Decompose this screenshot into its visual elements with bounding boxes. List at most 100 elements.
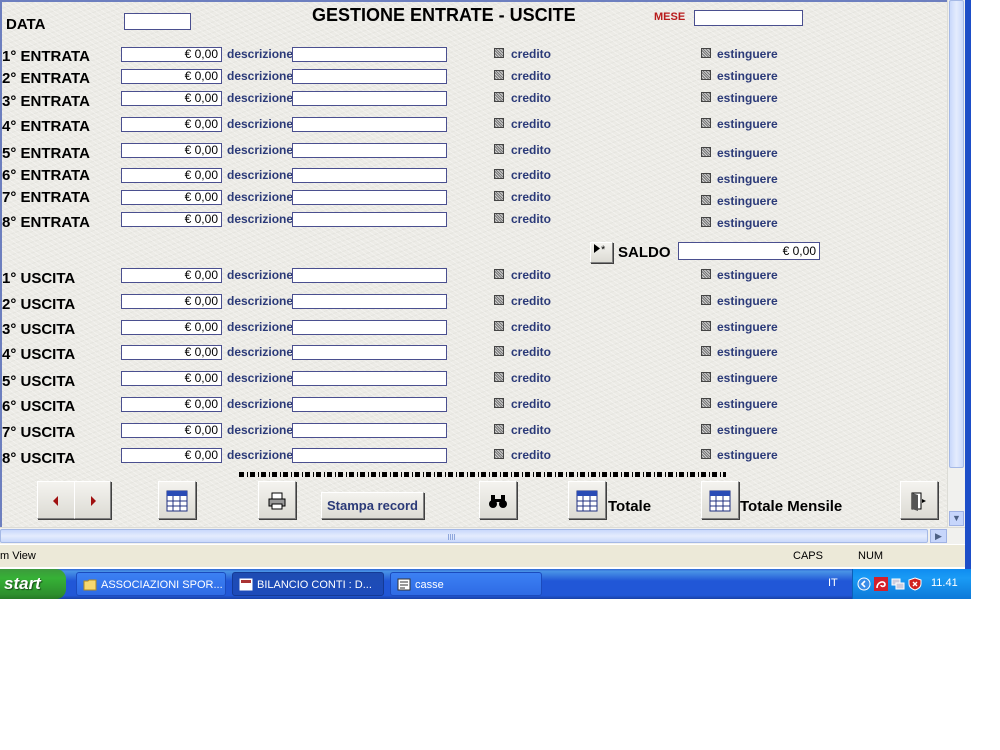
uscita-estinguere-checkbox-5[interactable] xyxy=(701,372,711,382)
entrata-amount-field-6[interactable]: € 0,00 xyxy=(121,168,222,183)
clock[interactable]: 11.41 xyxy=(931,577,958,589)
entrata-amount-field-2[interactable]: € 0,00 xyxy=(121,69,222,84)
entrata-estinguere-checkbox-2[interactable] xyxy=(701,70,711,80)
taskbar-item-bilancio[interactable]: BILANCIO CONTI : D... xyxy=(232,572,384,596)
horizontal-scroll-thumb[interactable] xyxy=(0,529,928,543)
entrata-descrizione-field-5[interactable] xyxy=(292,143,447,158)
entrata-credito-checkbox-6[interactable] xyxy=(494,169,504,179)
network-icon[interactable] xyxy=(891,577,905,591)
svg-text:*: * xyxy=(601,244,606,254)
entrata-estinguere-checkbox-6[interactable] xyxy=(701,173,711,183)
uscita-credito-checkbox-8[interactable] xyxy=(494,449,504,459)
entrata-descrizione-label-7: descrizione xyxy=(227,190,294,204)
start-button[interactable]: start xyxy=(0,569,66,599)
entrata-credito-checkbox-5[interactable] xyxy=(494,144,504,154)
uscita-amount-field-6[interactable]: € 0,00 xyxy=(121,397,222,412)
data-field[interactable] xyxy=(124,13,191,30)
uscita-credito-checkbox-5[interactable] xyxy=(494,372,504,382)
uscita-estinguere-label-1: estinguere xyxy=(717,268,778,282)
scroll-down-arrow-icon[interactable]: ▼ xyxy=(949,511,964,526)
taskbar-item-casse[interactable]: casse xyxy=(390,572,542,596)
horizontal-scrollbar[interactable]: ▶ xyxy=(0,527,965,544)
uscita-credito-checkbox-3[interactable] xyxy=(494,321,504,331)
find-button[interactable] xyxy=(479,481,517,519)
report-button[interactable] xyxy=(158,481,196,519)
entrata-amount-field-8[interactable]: € 0,00 xyxy=(121,212,222,227)
uscita-estinguere-checkbox-1[interactable] xyxy=(701,269,711,279)
entrata-amount-field-1[interactable]: € 0,00 xyxy=(121,47,222,62)
uscita-amount-field-5[interactable]: € 0,00 xyxy=(121,371,222,386)
entrata-estinguere-checkbox-3[interactable] xyxy=(701,92,711,102)
uscita-amount-field-1[interactable]: € 0,00 xyxy=(121,268,222,283)
entrata-credito-checkbox-4[interactable] xyxy=(494,118,504,128)
uscita-credito-checkbox-2[interactable] xyxy=(494,295,504,305)
uscita-descrizione-field-1[interactable] xyxy=(292,268,447,283)
entrata-estinguere-checkbox-7[interactable] xyxy=(701,195,711,205)
entrata-descrizione-field-6[interactable] xyxy=(292,168,447,183)
entrata-amount-field-3[interactable]: € 0,00 xyxy=(121,91,222,106)
uscita-descrizione-field-8[interactable] xyxy=(292,448,447,463)
next-record-button[interactable] xyxy=(74,481,111,519)
saldo-field[interactable]: € 0,00 xyxy=(678,242,820,260)
uscita-estinguere-checkbox-4[interactable] xyxy=(701,346,711,356)
entrata-amount-field-7[interactable]: € 0,00 xyxy=(121,190,222,205)
print-button[interactable] xyxy=(258,481,296,519)
uscita-descrizione-field-4[interactable] xyxy=(292,345,447,360)
uscita-credito-checkbox-4[interactable] xyxy=(494,346,504,356)
entrata-amount-field-5[interactable]: € 0,00 xyxy=(121,143,222,158)
uscita-credito-checkbox-1[interactable] xyxy=(494,269,504,279)
uscita-estinguere-checkbox-8[interactable] xyxy=(701,449,711,459)
uscita-estinguere-checkbox-6[interactable] xyxy=(701,398,711,408)
previous-record-button[interactable] xyxy=(37,481,75,519)
entrata-estinguere-checkbox-1[interactable] xyxy=(701,48,711,58)
uscita-descrizione-field-3[interactable] xyxy=(292,320,447,335)
uscita-amount-field-8[interactable]: € 0,00 xyxy=(121,448,222,463)
security-shield-icon[interactable] xyxy=(908,577,922,591)
uscita-credito-checkbox-7[interactable] xyxy=(494,424,504,434)
entrata-credito-checkbox-8[interactable] xyxy=(494,213,504,223)
uscita-amount-field-2[interactable]: € 0,00 xyxy=(121,294,222,309)
uscita-amount-field-7[interactable]: € 0,00 xyxy=(121,423,222,438)
entrata-amount-field-4[interactable]: € 0,00 xyxy=(121,117,222,132)
entrata-credito-checkbox-3[interactable] xyxy=(494,92,504,102)
taskbar-item-associazioni[interactable]: ASSOCIAZIONI SPOR... xyxy=(76,572,226,596)
entrata-credito-label-3: credito xyxy=(511,91,552,105)
entrata-descrizione-field-4[interactable] xyxy=(292,117,447,132)
entrata-credito-checkbox-7[interactable] xyxy=(494,191,504,201)
entrata-credito-label-8: credito xyxy=(511,212,552,226)
entrata-descrizione-field-8[interactable] xyxy=(292,212,447,227)
language-indicator[interactable]: IT xyxy=(828,577,838,589)
entrata-descrizione-field-7[interactable] xyxy=(292,190,447,205)
uscita-descrizione-field-2[interactable] xyxy=(292,294,447,309)
totale-mensile-button[interactable] xyxy=(701,481,739,519)
entrata-estinguere-checkbox-5[interactable] xyxy=(701,147,711,157)
entrata-descrizione-field-3[interactable] xyxy=(292,91,447,106)
vertical-scroll-thumb[interactable] xyxy=(949,0,964,468)
vertical-scrollbar[interactable]: ▼ xyxy=(947,0,965,527)
folder-icon xyxy=(83,579,97,591)
antivirus-icon[interactable] xyxy=(874,577,888,591)
uscita-amount-field-4[interactable]: € 0,00 xyxy=(121,345,222,360)
uscita-estinguere-checkbox-3[interactable] xyxy=(701,321,711,331)
entrata-estinguere-checkbox-4[interactable] xyxy=(701,118,711,128)
totale-button[interactable] xyxy=(568,481,606,519)
scroll-right-arrow-icon[interactable]: ▶ xyxy=(930,529,947,543)
stampa-record-button[interactable]: Stampa record xyxy=(321,492,424,519)
entrata-descrizione-field-1[interactable] xyxy=(292,47,447,62)
entrata-credito-checkbox-1[interactable] xyxy=(494,48,504,58)
uscita-descrizione-field-6[interactable] xyxy=(292,397,447,412)
show-hidden-icons-icon[interactable] xyxy=(857,577,871,591)
entrata-estinguere-checkbox-8[interactable] xyxy=(701,217,711,227)
uscita-amount-field-3[interactable]: € 0,00 xyxy=(121,320,222,335)
entrata-credito-checkbox-2[interactable] xyxy=(494,70,504,80)
uscita-estinguere-checkbox-2[interactable] xyxy=(701,295,711,305)
uscita-descrizione-field-5[interactable] xyxy=(292,371,447,386)
uscita-credito-checkbox-6[interactable] xyxy=(494,398,504,408)
entrata-descrizione-field-2[interactable] xyxy=(292,69,447,84)
uscita-estinguere-checkbox-7[interactable] xyxy=(701,424,711,434)
mese-field[interactable] xyxy=(694,10,803,26)
uscita-descrizione-field-7[interactable] xyxy=(292,423,447,438)
caps-indicator: CAPS xyxy=(793,550,823,562)
exit-button[interactable] xyxy=(900,481,938,519)
new-record-button[interactable]: * xyxy=(590,242,613,263)
